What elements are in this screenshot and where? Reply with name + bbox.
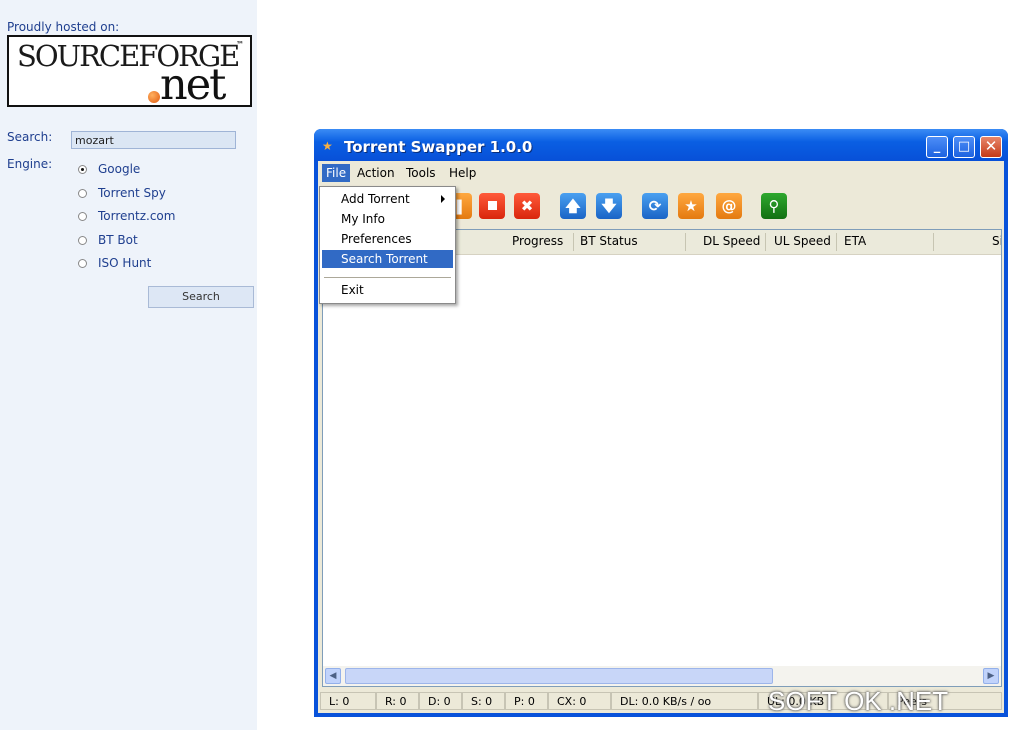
logo-trademark: ™ xyxy=(236,40,244,49)
minimize-button[interactable]: _ xyxy=(926,136,948,158)
remove-icon[interactable]: ✖ xyxy=(514,193,540,219)
scroll-right-icon[interactable]: ▶ xyxy=(983,668,999,684)
column-ul-speed[interactable]: UL Speed xyxy=(774,230,831,253)
radio-button-icon[interactable] xyxy=(78,258,87,268)
window-title: Torrent Swapper 1.0.0 xyxy=(344,138,533,156)
engine-option-iso-hunt[interactable]: ISO Hunt xyxy=(78,256,151,270)
app-icon: ★ xyxy=(322,139,333,153)
search-input[interactable] xyxy=(71,131,236,149)
status-downloading: D: 0 xyxy=(419,692,462,710)
file-menu-dropdown: Add Torrent My Info Preferences Search T… xyxy=(319,186,456,304)
email-icon[interactable]: @ xyxy=(716,193,742,219)
engine-option-label: Torrentz.com xyxy=(98,209,176,223)
engine-option-bt-bot[interactable]: BT Bot xyxy=(78,233,138,247)
status-download-rate: DL: 0.0 KB/s / oo xyxy=(611,692,758,710)
engine-label: Engine: xyxy=(7,157,53,171)
move-up-icon[interactable]: 🡅 xyxy=(560,193,586,219)
menu-action[interactable]: Action xyxy=(353,164,399,182)
menu-item-preferences[interactable]: Preferences xyxy=(322,230,453,248)
menu-item-exit[interactable]: Exit xyxy=(322,281,453,299)
submenu-arrow-icon xyxy=(441,195,445,203)
logo-dot-icon xyxy=(148,91,160,103)
column-dl-speed[interactable]: DL Speed xyxy=(703,230,760,253)
sourceforge-logo[interactable]: SOURCEFORGE ™ net xyxy=(7,35,252,110)
column-eta[interactable]: ETA xyxy=(844,230,866,253)
title-bar[interactable]: ★ Torrent Swapper 1.0.0 _ □ ✕ xyxy=(314,129,1008,161)
menu-separator xyxy=(324,277,451,278)
search-icon[interactable]: ⚲ xyxy=(761,193,787,219)
maximize-button[interactable]: □ xyxy=(953,136,975,158)
horizontal-scrollbar[interactable]: ◀ ▶ xyxy=(323,666,1001,686)
radio-button-icon[interactable] xyxy=(78,211,87,221)
stop-icon[interactable] xyxy=(479,193,505,219)
engine-option-label: BT Bot xyxy=(98,233,138,247)
status-remote: R: 0 xyxy=(376,692,419,710)
left-panel: Proudly hosted on: SOURCEFORGE ™ net Sea… xyxy=(0,0,257,730)
menu-item-my-info[interactable]: My Info xyxy=(322,210,453,228)
status-connections: CX: 0 xyxy=(548,692,611,710)
radio-button-icon[interactable] xyxy=(78,188,87,198)
status-paused: P: 0 xyxy=(505,692,548,710)
close-button[interactable]: ✕ xyxy=(980,136,1002,158)
menu-bar: File Action Tools Help xyxy=(318,161,1004,185)
search-label: Search: xyxy=(7,130,53,144)
engine-option-google[interactable]: Google xyxy=(78,162,140,176)
status-local: L: 0 xyxy=(320,692,376,710)
hosted-label: Proudly hosted on: xyxy=(7,20,120,34)
radio-button-icon[interactable] xyxy=(78,235,87,245)
engine-option-label: ISO Hunt xyxy=(98,256,152,270)
scroll-thumb[interactable] xyxy=(345,668,773,684)
menu-help[interactable]: Help xyxy=(445,164,480,182)
menu-tools[interactable]: Tools xyxy=(402,164,440,182)
move-down-icon[interactable]: 🡇 xyxy=(596,193,622,219)
engine-option-torrent-spy[interactable]: Torrent Spy xyxy=(78,186,166,200)
column-size[interactable]: Si xyxy=(992,230,1001,253)
scroll-left-icon[interactable]: ◀ xyxy=(325,668,341,684)
column-progress[interactable]: Progress xyxy=(512,230,563,253)
engine-option-label: Torrent Spy xyxy=(98,186,166,200)
menu-item-add-torrent[interactable]: Add Torrent xyxy=(322,190,453,208)
watermark: SOFT OK .NET xyxy=(768,686,949,716)
refresh-icon[interactable]: ⟳ xyxy=(642,193,668,219)
menu-file[interactable]: File xyxy=(322,164,351,182)
radio-button-icon[interactable] xyxy=(78,164,87,174)
engine-option-torrentz[interactable]: Torrentz.com xyxy=(78,209,175,223)
engine-option-label: Google xyxy=(98,162,141,176)
menu-item-search-torrent[interactable]: Search Torrent xyxy=(322,250,453,268)
logo-bottom-text: net xyxy=(160,60,226,110)
search-button[interactable]: Search xyxy=(148,286,254,308)
favorite-icon[interactable]: ★ xyxy=(678,193,704,219)
menu-item-label: Add Torrent xyxy=(341,192,410,206)
status-seeding: S: 0 xyxy=(462,692,505,710)
column-bt-status[interactable]: BT Status xyxy=(580,230,638,253)
